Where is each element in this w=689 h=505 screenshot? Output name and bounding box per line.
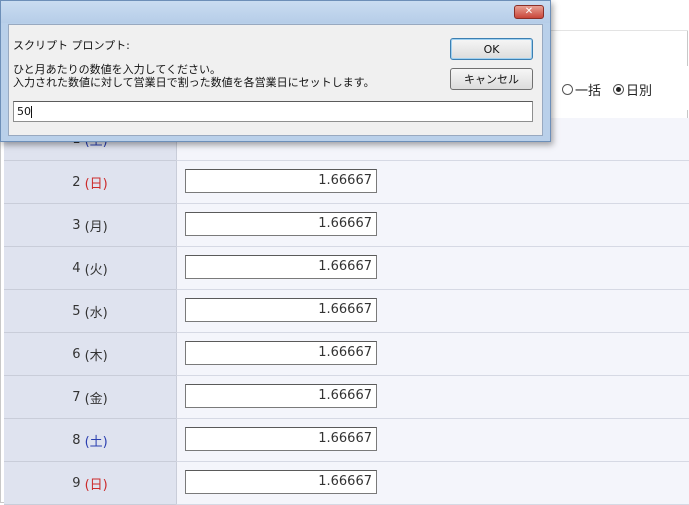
value-cell: 1.66667 [176,290,689,333]
ok-button[interactable]: OK [450,38,533,60]
close-icon: ✕ [524,6,534,17]
day-value-input[interactable]: 1.66667 [185,384,377,408]
weekday-label: (月) [84,219,108,235]
table-row: 3 (月) 1.66667 [4,204,689,247]
weekday-label: (火) [84,262,108,278]
day-label-cell: 3 (月) [4,204,176,247]
table-row: 5 (水) 1.66667 [4,290,689,333]
day-label-cell: 5 (水) [4,290,176,333]
day-label-cell: 2 (日) [4,161,176,204]
prompt-message: ひと月あたりの数値を入力してください。 入力された数値に対して営業日で割った数値… [13,63,375,89]
table-row: 2 (日) 1.66667 [4,161,689,204]
dialog-titlebar[interactable]: ✕ [1,1,550,23]
close-button[interactable]: ✕ [514,5,544,19]
day-label-cell: 9 (日) [4,462,176,505]
prompt-message-line1: ひと月あたりの数値を入力してください。 [13,63,222,76]
day-value-input[interactable]: 1.66667 [185,298,377,322]
value-cell: 1.66667 [176,376,689,419]
text-caret [31,106,32,118]
day-value-input[interactable]: 1.66667 [185,169,377,193]
day-number: 6 [72,346,81,362]
prompt-caption: スクリプト プロンプト: [13,39,130,52]
table-row: 4 (火) 1.66667 [4,247,689,290]
ok-button-label: OK [483,42,500,56]
cancel-button[interactable]: キャンセル [450,68,533,90]
prompt-input-value: 50 [17,105,31,118]
value-cell: 1.66667 [176,333,689,376]
script-prompt-dialog: ✕ スクリプト プロンプト: ひと月あたりの数値を入力してください。 入力された… [0,0,551,142]
prompt-message-line2: 入力された数値に対して営業日で割った数値を各営業日にセットします。 [13,76,375,89]
day-number: 4 [72,260,81,276]
prompt-input[interactable]: 50 [13,101,533,122]
table-row: 9 (日) 1.66667 [4,462,689,505]
radio-daily-circle[interactable] [613,84,625,95]
radio-daily-label: 日別 [626,84,653,99]
header-strip [550,0,688,31]
day-label-cell: 4 (火) [4,247,176,290]
day-value-input[interactable]: 1.66667 [185,427,377,451]
day-value-input[interactable]: 1.66667 [185,341,377,365]
weekday-label: (水) [84,305,108,321]
day-number: 7 [72,389,81,405]
table-row: 8 (土) 1.66667 [4,419,689,462]
weekday-label: (金) [84,391,108,407]
day-value-input[interactable]: 1.66667 [185,470,377,494]
weekday-label: (日) [84,176,108,192]
day-number: 3 [72,217,81,233]
day-label-cell: 8 (土) [4,419,176,462]
weekday-label: (日) [84,477,108,493]
cancel-button-label: キャンセル [464,73,519,86]
value-cell: 1.66667 [176,419,689,462]
dialog-body: スクリプト プロンプト: ひと月あたりの数値を入力してください。 入力された数値… [8,24,543,136]
value-cell: 1.66667 [176,247,689,290]
value-cell: 1.66667 [176,462,689,505]
day-value-input[interactable]: 1.66667 [185,212,377,236]
day-number: 9 [72,475,81,491]
table-row: 7 (金) 1.66667 [4,376,689,419]
day-value-input[interactable]: 1.66667 [185,255,377,279]
day-number: 2 [72,174,81,190]
day-label-cell: 7 (金) [4,376,176,419]
mode-selector: 一括 日別 [552,66,688,110]
weekday-label: (木) [84,348,108,364]
radio-bulk[interactable]: 一括 [562,80,601,99]
radio-daily[interactable]: 日別 [613,80,652,99]
day-number: 8 [72,432,81,448]
value-cell: 1.66667 [176,161,689,204]
weekday-label: (土) [84,434,108,450]
day-number: 5 [72,303,81,319]
radio-bulk-label: 一括 [575,84,602,99]
table-row: 6 (木) 1.66667 [4,333,689,376]
day-label-cell: 6 (木) [4,333,176,376]
radio-bulk-circle[interactable] [562,84,573,95]
value-cell: 1.66667 [176,204,689,247]
